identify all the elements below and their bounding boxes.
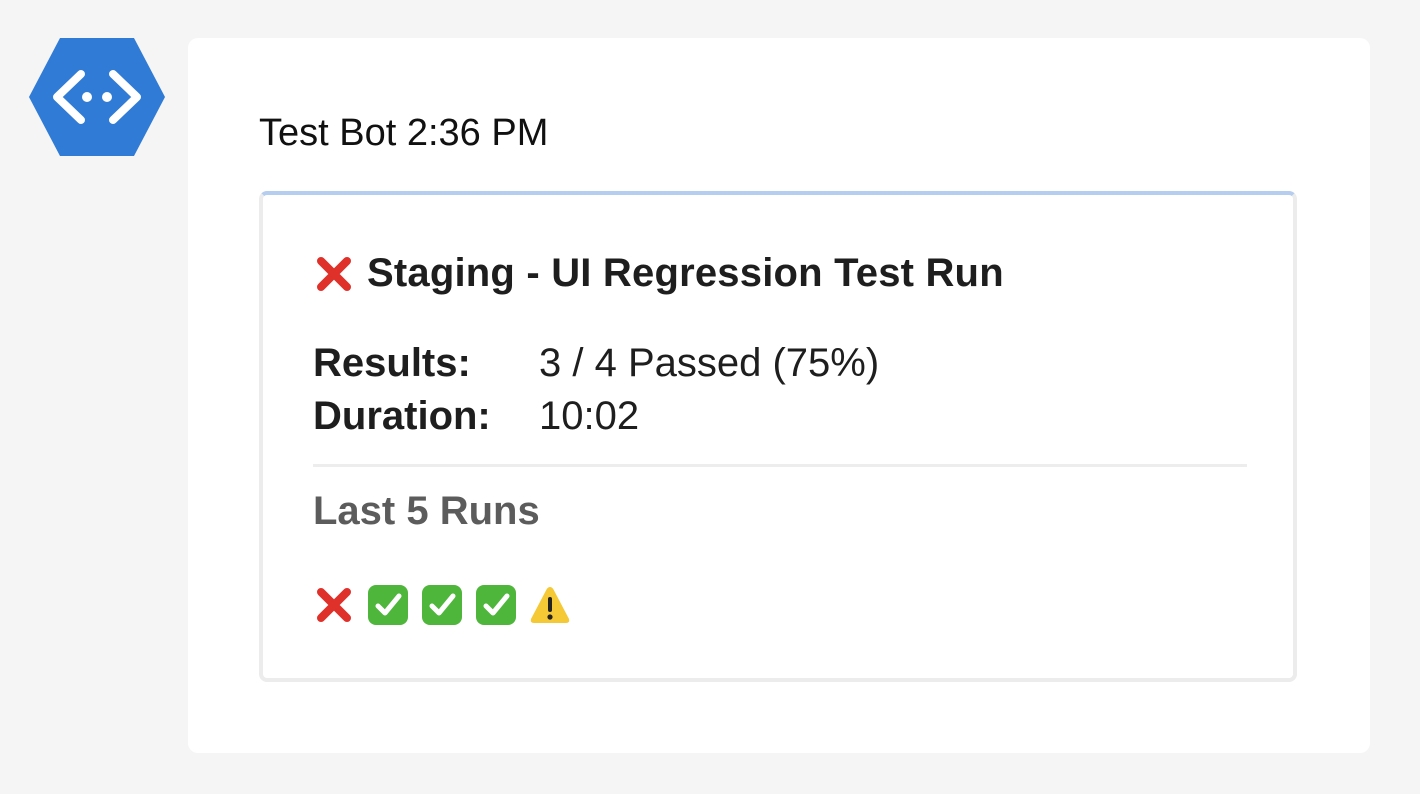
divider: [313, 464, 1247, 467]
message-timestamp: 2:36 PM: [406, 112, 549, 154]
duration-label: Duration:: [313, 394, 491, 438]
fact-row-duration: Duration: 10:02: [313, 394, 879, 447]
test-run-card: Staging - UI Regression Test Run Results…: [259, 191, 1297, 682]
last-runs-heading: Last 5 Runs: [313, 489, 540, 533]
bot-avatar-icon: [29, 38, 165, 156]
fact-set: Results: 3 / 4 Passed (75%) Duration: 10…: [313, 341, 879, 447]
card-title: Staging - UI Regression Test Run: [313, 251, 1004, 296]
red-cross-icon: [317, 588, 351, 622]
warning-icon: [530, 587, 570, 623]
results-label: Results:: [313, 341, 471, 385]
fact-row-results: Results: 3 / 4 Passed (75%): [313, 341, 879, 394]
message-header: Test Bot 2:36 PM: [259, 112, 548, 155]
run-history: [313, 584, 583, 626]
card-title-text: Staging - UI Regression Test Run: [367, 251, 1004, 295]
green-check-icon: [476, 585, 516, 625]
red-cross-icon: [317, 256, 351, 291]
results-value: 3 / 4 Passed (75%): [539, 341, 880, 385]
green-check-icon: [422, 585, 462, 625]
duration-value: 10:02: [539, 394, 640, 438]
green-check-icon: [368, 585, 408, 625]
bot-message: Test Bot 2:36 PM Staging - UI Regression…: [188, 38, 1370, 753]
sender-name: Test Bot: [259, 112, 397, 154]
